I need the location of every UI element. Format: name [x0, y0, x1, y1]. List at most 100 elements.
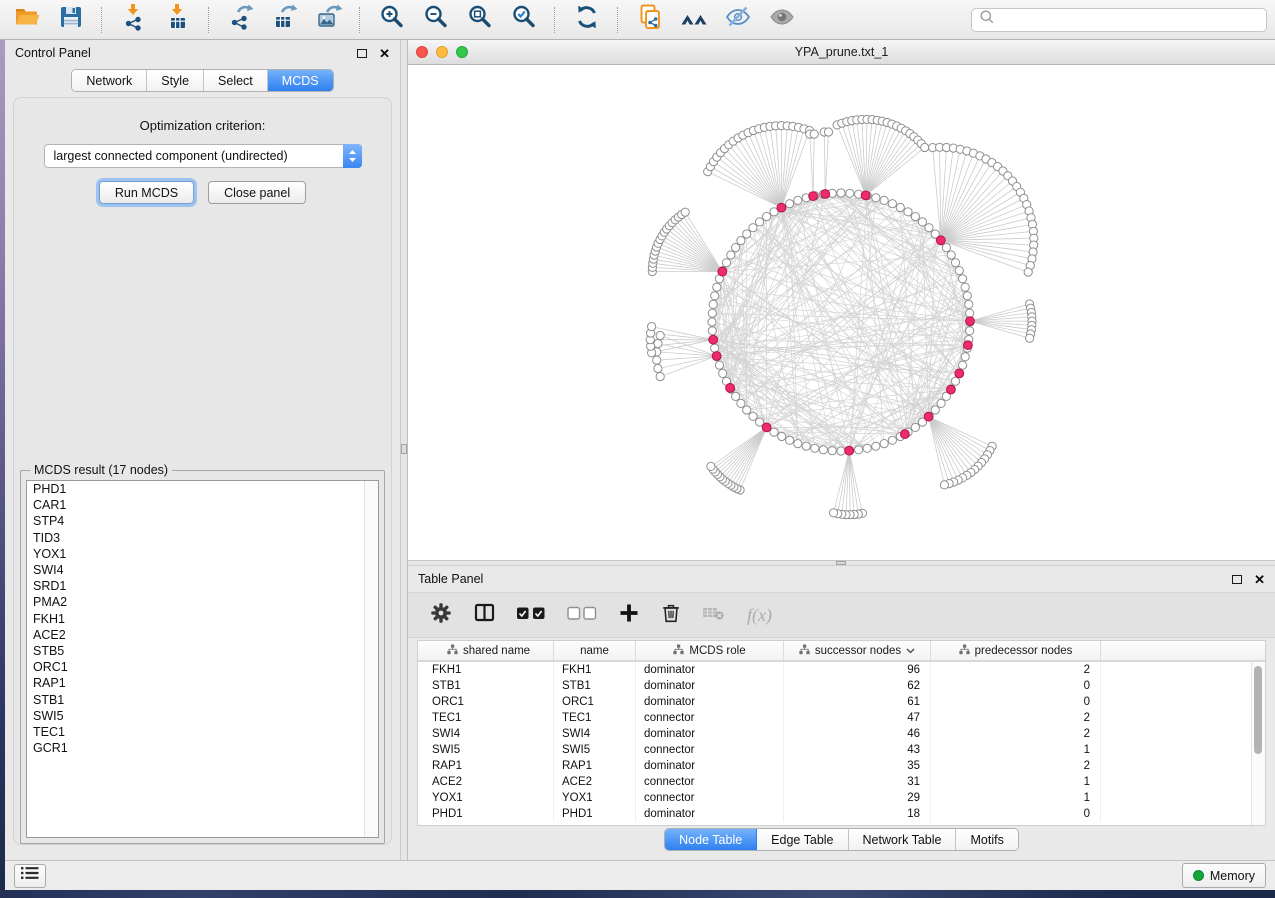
- table-cell: 0: [931, 678, 1101, 694]
- table-row[interactable]: STB1STB1dominator620: [418, 678, 1265, 694]
- close-panel-icon[interactable]: ✕: [1254, 573, 1265, 586]
- mcds-result-item[interactable]: PHD1: [27, 481, 378, 497]
- tab-node-table[interactable]: Node Table: [665, 829, 757, 850]
- criterion-select[interactable]: largest connected component (undirected): [44, 144, 362, 168]
- maximize-window-icon[interactable]: [456, 46, 468, 58]
- mcds-result-item[interactable]: ORC1: [27, 659, 378, 675]
- mcds-list-scrollbar[interactable]: [364, 481, 378, 837]
- select-all-rows-button[interactable]: [516, 602, 548, 628]
- import-table-button[interactable]: [159, 4, 196, 36]
- column-header-predecessor-nodes[interactable]: predecessor nodes: [931, 641, 1101, 660]
- table-row[interactable]: ORC1ORC1dominator610: [418, 694, 1265, 710]
- scrollbar-thumb[interactable]: [1254, 666, 1262, 754]
- mcds-result-item[interactable]: CAR1: [27, 497, 378, 513]
- mcds-result-item[interactable]: SWI4: [27, 562, 378, 578]
- table-cell: 1: [931, 774, 1101, 790]
- hide-selected-icon: [724, 3, 752, 36]
- mcds-tab-content: Optimization criterion: largest connecte…: [13, 97, 392, 845]
- table-row[interactable]: SWI4SWI4dominator462: [418, 726, 1265, 742]
- open-file-button[interactable]: [8, 4, 45, 36]
- table-scrollbar[interactable]: [1251, 662, 1265, 825]
- table-row[interactable]: SWI5SWI5connector431: [418, 742, 1265, 758]
- shared-column-icon: [959, 644, 970, 658]
- table-row[interactable]: YOX1YOX1connector291: [418, 790, 1265, 806]
- mcds-result-item[interactable]: STP4: [27, 513, 378, 529]
- close-window-icon[interactable]: [416, 46, 428, 58]
- tab-select[interactable]: Select: [204, 70, 268, 91]
- zoom-selected-button[interactable]: [505, 4, 542, 36]
- mcds-result-item[interactable]: PMA2: [27, 594, 378, 610]
- table-settings-button[interactable]: [428, 602, 454, 628]
- memory-button[interactable]: Memory: [1182, 863, 1266, 888]
- network-canvas[interactable]: [408, 65, 1275, 560]
- create-column-button[interactable]: [618, 602, 640, 628]
- column-header-shared-name[interactable]: shared name: [424, 641, 554, 660]
- first-neighbors-button[interactable]: [675, 4, 712, 36]
- column-header-name[interactable]: name: [554, 641, 636, 660]
- export-table-button[interactable]: [266, 4, 303, 36]
- save-session-button[interactable]: [52, 4, 89, 36]
- table-row[interactable]: PHD1PHD1dominator180: [418, 806, 1265, 822]
- search-box[interactable]: [971, 8, 1267, 32]
- table-row[interactable]: ACE2ACE2connector311: [418, 774, 1265, 790]
- search-icon: [979, 9, 995, 30]
- close-panel-icon[interactable]: ✕: [379, 47, 390, 60]
- tab-network-table[interactable]: Network Table: [849, 829, 957, 850]
- float-panel-icon[interactable]: [1232, 575, 1242, 584]
- table-cell: STB1: [554, 678, 636, 694]
- export-image-button[interactable]: [310, 4, 347, 36]
- delete-column-button[interactable]: [659, 602, 683, 628]
- mcds-result-item[interactable]: TEC1: [27, 724, 378, 740]
- tab-mcds[interactable]: MCDS: [268, 70, 333, 91]
- chevron-down-icon[interactable]: [906, 645, 915, 657]
- mcds-result-item[interactable]: SWI5: [27, 708, 378, 724]
- zoom-fit-button[interactable]: [461, 4, 498, 36]
- splitter-handle[interactable]: [401, 444, 407, 454]
- show-all-button[interactable]: [763, 4, 800, 36]
- mcds-result-item[interactable]: STB1: [27, 692, 378, 708]
- float-panel-icon[interactable]: [357, 49, 367, 58]
- table-cell: 46: [784, 726, 931, 742]
- zoom-in-button[interactable]: [373, 4, 410, 36]
- criterion-selected-value: largest connected component (undirected): [45, 149, 343, 163]
- mcds-result-item[interactable]: ACE2: [27, 627, 378, 643]
- tab-edge-table[interactable]: Edge Table: [757, 829, 848, 850]
- function-icon: f(x): [747, 605, 772, 626]
- close-panel-button[interactable]: Close panel: [208, 181, 306, 204]
- deselect-all-rows-button[interactable]: [567, 602, 599, 628]
- mcds-result-item[interactable]: SRD1: [27, 578, 378, 594]
- splitter-handle[interactable]: [836, 561, 846, 565]
- mcds-result-item[interactable]: GCR1: [27, 740, 378, 756]
- tab-motifs[interactable]: Motifs: [956, 829, 1017, 850]
- minimize-window-icon[interactable]: [436, 46, 448, 58]
- tab-network[interactable]: Network: [72, 70, 147, 91]
- run-mcds-button[interactable]: Run MCDS: [99, 181, 194, 204]
- mcds-result-item[interactable]: TID3: [27, 530, 378, 546]
- mcds-result-item[interactable]: RAP1: [27, 675, 378, 691]
- refresh-view-button[interactable]: [568, 4, 605, 36]
- column-header-mcds-role[interactable]: MCDS role: [636, 641, 784, 660]
- mcds-result-item[interactable]: STB5: [27, 643, 378, 659]
- import-network-button[interactable]: [115, 4, 152, 36]
- network-graph[interactable]: [408, 65, 1275, 560]
- table-row[interactable]: FKH1FKH1dominator962: [418, 662, 1265, 678]
- column-header-successor-nodes[interactable]: successor nodes: [784, 641, 931, 660]
- table-row[interactable]: RAP1RAP1dominator352: [418, 758, 1265, 774]
- network-window-titlebar[interactable]: YPA_prune.txt_1: [408, 40, 1275, 65]
- tab-style[interactable]: Style: [147, 70, 204, 91]
- export-image-icon: [315, 3, 343, 36]
- export-network-button[interactable]: [222, 4, 259, 36]
- zoom-out-button[interactable]: [417, 4, 454, 36]
- mcds-result-item[interactable]: YOX1: [27, 546, 378, 562]
- hide-selected-button[interactable]: [719, 4, 756, 36]
- vertical-splitter[interactable]: [400, 40, 408, 860]
- mcds-result-item[interactable]: FKH1: [27, 611, 378, 627]
- table-header-row: shared name name MCDS role successor nod…: [418, 641, 1265, 662]
- table-row[interactable]: TEC1TEC1connector472: [418, 710, 1265, 726]
- task-history-button[interactable]: [14, 864, 46, 888]
- table-cell: 96: [784, 662, 931, 678]
- toolbar-separator: [101, 7, 103, 33]
- search-input[interactable]: [1000, 12, 1259, 28]
- clone-network-button[interactable]: [631, 4, 668, 36]
- show-column-selector-button[interactable]: [473, 602, 497, 628]
